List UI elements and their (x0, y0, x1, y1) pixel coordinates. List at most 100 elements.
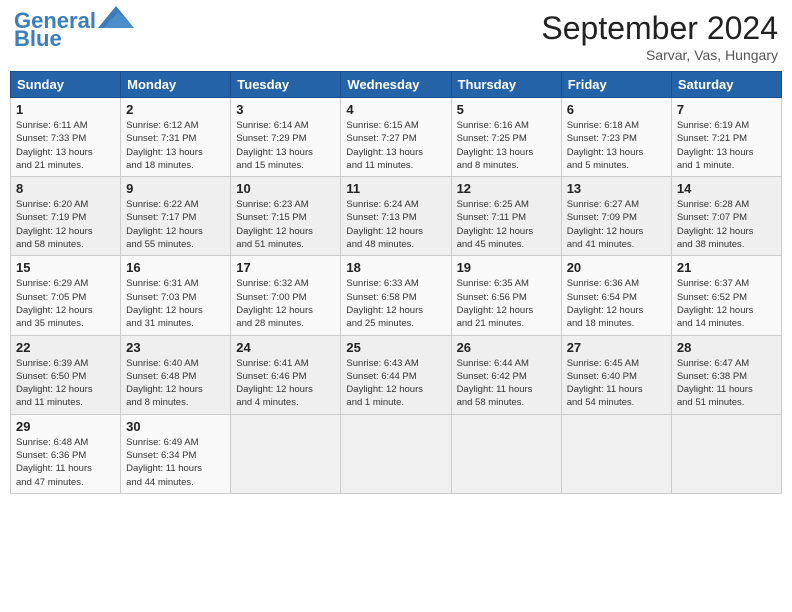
table-row: 14 Sunrise: 6:28 AM Sunset: 7:07 PM Dayli… (671, 177, 781, 256)
day-number: 27 (567, 340, 666, 355)
logo-blue-text: Blue (14, 28, 62, 50)
day-info: Sunrise: 6:15 AM Sunset: 7:27 PM Dayligh… (346, 119, 445, 172)
calendar-week-row: 8 Sunrise: 6:20 AM Sunset: 7:19 PM Daylig… (11, 177, 782, 256)
table-row (561, 414, 671, 493)
col-friday: Friday (561, 72, 671, 98)
table-row: 2 Sunrise: 6:12 AM Sunset: 7:31 PM Daylig… (121, 98, 231, 177)
day-info: Sunrise: 6:29 AM Sunset: 7:05 PM Dayligh… (16, 277, 115, 330)
table-row: 12Sunrise: 6:25 AM Sunset: 7:11 PM Dayli… (451, 177, 561, 256)
day-number: 28 (677, 340, 776, 355)
location: Sarvar, Vas, Hungary (541, 47, 778, 63)
day-info: Sunrise: 6:27 AM Sunset: 7:09 PM Dayligh… (567, 198, 666, 251)
table-row (451, 414, 561, 493)
day-number: 24 (236, 340, 335, 355)
table-row: 23 Sunrise: 6:40 AM Sunset: 6:48 PM Dayli… (121, 335, 231, 414)
day-number: 2 (126, 102, 225, 117)
day-info: Sunrise: 6:19 AM Sunset: 7:21 PM Dayligh… (677, 119, 776, 172)
table-row: 6 Sunrise: 6:18 AM Sunset: 7:23 PM Daylig… (561, 98, 671, 177)
day-number: 16 (126, 260, 225, 275)
day-number: 26 (457, 340, 556, 355)
table-row: 13 Sunrise: 6:27 AM Sunset: 7:09 PM Dayli… (561, 177, 671, 256)
day-info: Sunrise: 6:40 AM Sunset: 6:48 PM Dayligh… (126, 357, 225, 410)
day-number: 6 (567, 102, 666, 117)
day-number: 8 (16, 181, 115, 196)
day-info: Sunrise: 6:35 AM Sunset: 6:56 PM Dayligh… (457, 277, 556, 330)
day-info: Sunrise: 6:49 AM Sunset: 6:34 PM Dayligh… (126, 436, 225, 489)
table-row: 5Sunrise: 6:16 AM Sunset: 7:25 PM Daylig… (451, 98, 561, 177)
day-number: 4 (346, 102, 445, 117)
table-row: 20Sunrise: 6:36 AM Sunset: 6:54 PM Dayli… (561, 256, 671, 335)
day-info: Sunrise: 6:11 AM Sunset: 7:33 PM Dayligh… (16, 119, 115, 172)
days-of-week-row: Sunday Monday Tuesday Wednesday Thursday… (11, 72, 782, 98)
col-saturday: Saturday (671, 72, 781, 98)
table-row: 10 Sunrise: 6:23 AM Sunset: 7:15 PM Dayli… (231, 177, 341, 256)
table-row (671, 414, 781, 493)
calendar-week-row: 22 Sunrise: 6:39 AM Sunset: 6:50 PM Dayli… (11, 335, 782, 414)
day-info: Sunrise: 6:41 AM Sunset: 6:46 PM Dayligh… (236, 357, 335, 410)
table-row: 26Sunrise: 6:44 AM Sunset: 6:42 PM Dayli… (451, 335, 561, 414)
day-number: 1 (16, 102, 115, 117)
table-row: 11 Sunrise: 6:24 AM Sunset: 7:13 PM Dayli… (341, 177, 451, 256)
table-row: 21Sunrise: 6:37 AM Sunset: 6:52 PM Dayli… (671, 256, 781, 335)
table-row: 9Sunrise: 6:22 AM Sunset: 7:17 PM Daylig… (121, 177, 231, 256)
table-row: 29Sunrise: 6:48 AM Sunset: 6:36 PM Dayli… (11, 414, 121, 493)
day-info: Sunrise: 6:14 AM Sunset: 7:29 PM Dayligh… (236, 119, 335, 172)
day-number: 19 (457, 260, 556, 275)
table-row: 18 Sunrise: 6:33 AM Sunset: 6:58 PM Dayli… (341, 256, 451, 335)
calendar-table: Sunday Monday Tuesday Wednesday Thursday… (10, 71, 782, 494)
day-number: 29 (16, 419, 115, 434)
calendar-body: 1 Sunrise: 6:11 AM Sunset: 7:33 PM Daylig… (11, 98, 782, 494)
day-number: 11 (346, 181, 445, 196)
day-info: Sunrise: 6:43 AM Sunset: 6:44 PM Dayligh… (346, 357, 445, 410)
table-row: 27 Sunrise: 6:45 AM Sunset: 6:40 PM Dayli… (561, 335, 671, 414)
table-row: 25 Sunrise: 6:43 AM Sunset: 6:44 PM Dayli… (341, 335, 451, 414)
day-number: 7 (677, 102, 776, 117)
table-row (231, 414, 341, 493)
calendar-week-row: 1 Sunrise: 6:11 AM Sunset: 7:33 PM Daylig… (11, 98, 782, 177)
day-number: 22 (16, 340, 115, 355)
table-row: 24 Sunrise: 6:41 AM Sunset: 6:46 PM Dayli… (231, 335, 341, 414)
day-info: Sunrise: 6:28 AM Sunset: 7:07 PM Dayligh… (677, 198, 776, 251)
table-row: 3 Sunrise: 6:14 AM Sunset: 7:29 PM Daylig… (231, 98, 341, 177)
day-number: 14 (677, 181, 776, 196)
table-row: 19 Sunrise: 6:35 AM Sunset: 6:56 PM Dayli… (451, 256, 561, 335)
day-number: 17 (236, 260, 335, 275)
page-header: General Blue September 2024 Sarvar, Vas,… (10, 10, 782, 63)
day-info: Sunrise: 6:25 AM Sunset: 7:11 PM Dayligh… (457, 198, 556, 251)
day-number: 21 (677, 260, 776, 275)
day-info: Sunrise: 6:32 AM Sunset: 7:00 PM Dayligh… (236, 277, 335, 330)
table-row: 17 Sunrise: 6:32 AM Sunset: 7:00 PM Dayli… (231, 256, 341, 335)
day-info: Sunrise: 6:45 AM Sunset: 6:40 PM Dayligh… (567, 357, 666, 410)
col-thursday: Thursday (451, 72, 561, 98)
table-row: 22 Sunrise: 6:39 AM Sunset: 6:50 PM Dayli… (11, 335, 121, 414)
day-info: Sunrise: 6:33 AM Sunset: 6:58 PM Dayligh… (346, 277, 445, 330)
day-info: Sunrise: 6:16 AM Sunset: 7:25 PM Dayligh… (457, 119, 556, 172)
day-number: 13 (567, 181, 666, 196)
table-row: 15Sunrise: 6:29 AM Sunset: 7:05 PM Dayli… (11, 256, 121, 335)
table-row: 4 Sunrise: 6:15 AM Sunset: 7:27 PM Daylig… (341, 98, 451, 177)
calendar-week-row: 15Sunrise: 6:29 AM Sunset: 7:05 PM Dayli… (11, 256, 782, 335)
table-row: 30 Sunrise: 6:49 AM Sunset: 6:34 PM Dayli… (121, 414, 231, 493)
day-number: 23 (126, 340, 225, 355)
day-info: Sunrise: 6:36 AM Sunset: 6:54 PM Dayligh… (567, 277, 666, 330)
table-row: 28Sunrise: 6:47 AM Sunset: 6:38 PM Dayli… (671, 335, 781, 414)
day-number: 10 (236, 181, 335, 196)
day-number: 18 (346, 260, 445, 275)
day-info: Sunrise: 6:39 AM Sunset: 6:50 PM Dayligh… (16, 357, 115, 410)
col-tuesday: Tuesday (231, 72, 341, 98)
table-row: 1 Sunrise: 6:11 AM Sunset: 7:33 PM Daylig… (11, 98, 121, 177)
day-info: Sunrise: 6:18 AM Sunset: 7:23 PM Dayligh… (567, 119, 666, 172)
day-number: 3 (236, 102, 335, 117)
day-info: Sunrise: 6:20 AM Sunset: 7:19 PM Dayligh… (16, 198, 115, 251)
calendar-header: Sunday Monday Tuesday Wednesday Thursday… (11, 72, 782, 98)
day-info: Sunrise: 6:12 AM Sunset: 7:31 PM Dayligh… (126, 119, 225, 172)
day-info: Sunrise: 6:24 AM Sunset: 7:13 PM Dayligh… (346, 198, 445, 251)
col-wednesday: Wednesday (341, 72, 451, 98)
table-row: 8 Sunrise: 6:20 AM Sunset: 7:19 PM Daylig… (11, 177, 121, 256)
calendar-week-row: 29Sunrise: 6:48 AM Sunset: 6:36 PM Dayli… (11, 414, 782, 493)
day-number: 30 (126, 419, 225, 434)
day-info: Sunrise: 6:23 AM Sunset: 7:15 PM Dayligh… (236, 198, 335, 251)
table-row: 16Sunrise: 6:31 AM Sunset: 7:03 PM Dayli… (121, 256, 231, 335)
month-title: September 2024 (541, 10, 778, 47)
day-number: 25 (346, 340, 445, 355)
